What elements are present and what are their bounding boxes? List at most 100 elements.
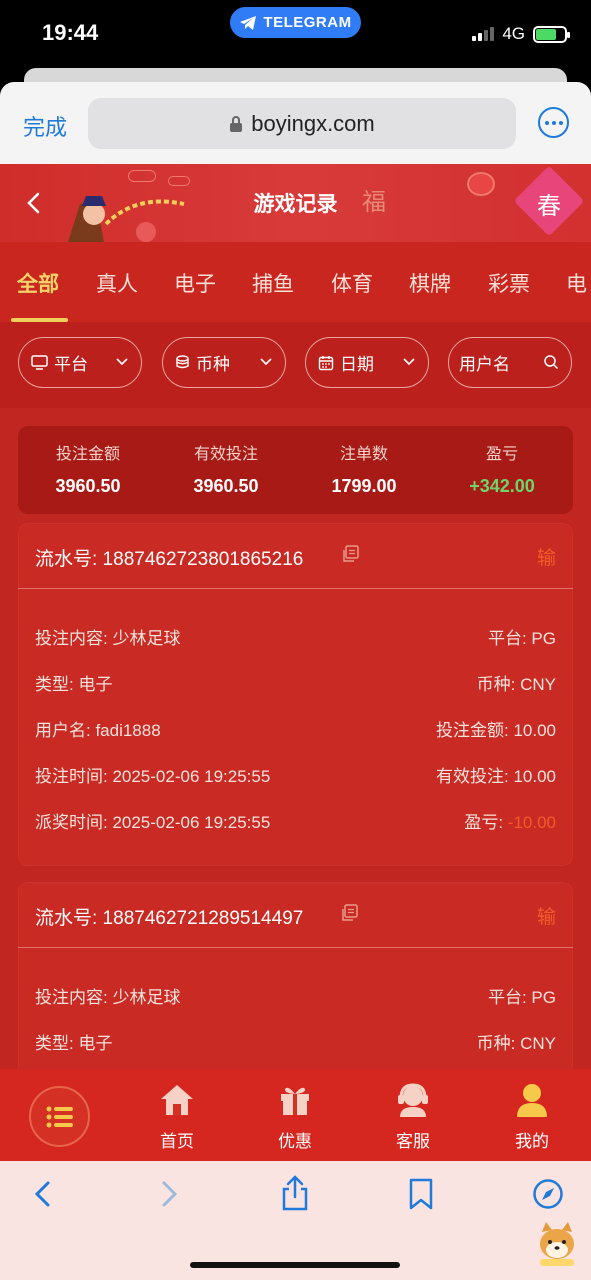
nav-service[interactable]: 客服 <box>373 1081 453 1152</box>
lock-icon <box>230 115 243 132</box>
calendar-icon <box>318 355 334 371</box>
telegram-pill[interactable]: TELEGRAM <box>230 7 361 38</box>
browser-back-icon[interactable] <box>30 1179 56 1209</box>
search-icon[interactable] <box>543 354 559 370</box>
done-button[interactable]: 完成 <box>23 110 67 142</box>
tab-more[interactable]: 电 <box>566 268 587 298</box>
tab-sports[interactable]: 体育 <box>331 268 373 298</box>
summary-value: 1799.00 <box>331 476 397 496</box>
summary-value: 3960.50 <box>193 476 259 496</box>
decor-chun-glyph: 春 <box>537 192 561 220</box>
record-platform: 平台: PG <box>487 988 556 1007</box>
page-title: 游戏记录 <box>253 192 338 216</box>
nav-mine[interactable]: 我的 <box>492 1081 572 1152</box>
record-row: 派奖时间: 2025-02-06 19:25:55 盈亏: -10.00 <box>35 808 556 832</box>
shiba-sticker-icon <box>540 1222 574 1266</box>
nav-home[interactable]: 首页 <box>137 1081 217 1152</box>
app-header: 游戏记录 福 春 <box>0 164 591 242</box>
record-valid-bet: 有效投注: 10.00 <box>436 767 556 786</box>
more-options-button[interactable] <box>538 107 569 138</box>
lantern-icon <box>467 172 495 196</box>
menu-button[interactable] <box>29 1086 90 1147</box>
nav-service-label: 客服 <box>396 1132 430 1152</box>
tab-lottery[interactable]: 彩票 <box>488 268 530 298</box>
tab-slots[interactable]: 电子 <box>174 268 216 298</box>
nav-promo-label: 优惠 <box>278 1132 312 1152</box>
record-result-badge: 输 <box>536 547 556 569</box>
record-serial: 流水号: 1887462723801865216 <box>35 549 304 570</box>
summary-label: 投注金额 <box>55 444 120 463</box>
record-profit-label: 盈亏: <box>464 813 508 832</box>
battery-icon <box>533 25 570 43</box>
decor-fu-glyph: 福 <box>362 188 386 216</box>
tab-fishing[interactable]: 捕鱼 <box>252 268 294 298</box>
app-content: 游戏记录 福 春 全部 真人 电子 捕鱼 体育 棋牌 彩票 电 平台 币种 日期 <box>0 164 591 1161</box>
compass-icon[interactable] <box>532 1178 564 1210</box>
nav-home-label: 首页 <box>160 1132 194 1152</box>
platform-filter[interactable]: 平台 <box>18 337 142 388</box>
username-placeholder: 用户名 <box>459 355 510 375</box>
status-time: 19:44 <box>42 20 99 45</box>
copy-icon[interactable] <box>341 545 359 563</box>
record-row: 投注内容: 少林足球 平台: PG <box>35 983 556 1007</box>
url-bar[interactable]: boyingx.com <box>88 98 516 149</box>
network-type: 4G <box>502 24 525 43</box>
summary-label: 有效投注 <box>193 444 258 463</box>
decor-cloud <box>128 170 156 182</box>
record-row: 投注时间: 2025-02-06 19:25:55 有效投注: 10.00 <box>35 762 556 786</box>
record-header: 流水号: 1887462721289514497 输 <box>18 882 573 948</box>
chevron-down-icon <box>403 358 415 366</box>
filter-bar: 平台 币种 日期 用户名 <box>0 322 591 408</box>
platform-filter-label: 平台 <box>54 355 88 375</box>
record-content: 投注内容: 少林足球 <box>35 629 181 648</box>
date-filter[interactable]: 日期 <box>305 337 429 388</box>
record-bet-time: 投注时间: 2025-02-06 19:25:55 <box>35 767 271 786</box>
telegram-icon <box>240 15 257 30</box>
username-search-field[interactable]: 用户名 <box>448 337 572 388</box>
chevron-down-icon <box>260 358 272 366</box>
summary-panel: 投注金额 3960.50 有效投注 3960.50 注单数 1799.00 盈亏… <box>18 426 573 514</box>
share-icon[interactable] <box>280 1175 310 1211</box>
record-result-badge: 输 <box>536 906 556 928</box>
customer-service-icon <box>398 1083 428 1117</box>
browser-forward-icon[interactable] <box>156 1179 182 1209</box>
tab-live[interactable]: 真人 <box>96 268 138 298</box>
summary-bet-amount: 投注金额 3960.50 <box>19 440 157 497</box>
currency-filter[interactable]: 币种 <box>162 337 286 388</box>
summary-label: 盈亏 <box>485 444 518 463</box>
nav-mine-label: 我的 <box>515 1132 549 1152</box>
record-row: 类型: 电子 币种: CNY <box>35 670 556 694</box>
bookmarks-icon[interactable] <box>408 1178 434 1210</box>
record-currency: 币种: CNY <box>476 675 556 694</box>
bottom-nav: 首页 优惠 客服 我的 <box>0 1069 591 1161</box>
tab-cards[interactable]: 棋牌 <box>409 268 451 298</box>
currency-filter-label: 币种 <box>196 355 230 375</box>
home-indicator[interactable] <box>190 1262 400 1268</box>
url-text: boyingx.com <box>251 110 375 136</box>
home-icon <box>161 1085 193 1115</box>
record-profit-value: -10.00 <box>507 813 556 832</box>
tab-all[interactable]: 全部 <box>17 268 59 298</box>
record-content: 投注内容: 少林足球 <box>35 988 181 1007</box>
browser-toolbar: 完成 boyingx.com <box>0 82 591 164</box>
date-filter-label: 日期 <box>340 355 374 375</box>
copy-icon[interactable] <box>340 904 358 922</box>
record-currency: 币种: CNY <box>476 1034 556 1053</box>
monitor-icon <box>31 355 48 370</box>
gift-icon <box>281 1087 309 1115</box>
record-type: 类型: 电子 <box>35 675 113 694</box>
summary-value: 3960.50 <box>55 476 121 496</box>
record-row: 投注内容: 少林足球 平台: PG <box>35 624 556 648</box>
chevron-down-icon <box>116 358 128 366</box>
record-profit: 盈亏: -10.00 <box>464 808 556 833</box>
bet-record-card[interactable]: 流水号: 1887462723801865216 输 投注内容: 少林足球 平台… <box>18 523 573 866</box>
coins-icon <box>175 355 190 370</box>
record-row: 类型: 电子 币种: CNY <box>35 1029 556 1053</box>
signal-icon <box>472 27 495 41</box>
record-username: 用户名: fadi1888 <box>35 721 161 740</box>
record-bet-amount: 投注金额: 10.00 <box>436 721 556 740</box>
record-serial: 流水号: 1887462721289514497 <box>35 908 304 929</box>
user-profile-icon <box>517 1084 547 1117</box>
nav-promo[interactable]: 优惠 <box>255 1081 335 1152</box>
record-header: 流水号: 1887462723801865216 输 <box>18 523 573 589</box>
